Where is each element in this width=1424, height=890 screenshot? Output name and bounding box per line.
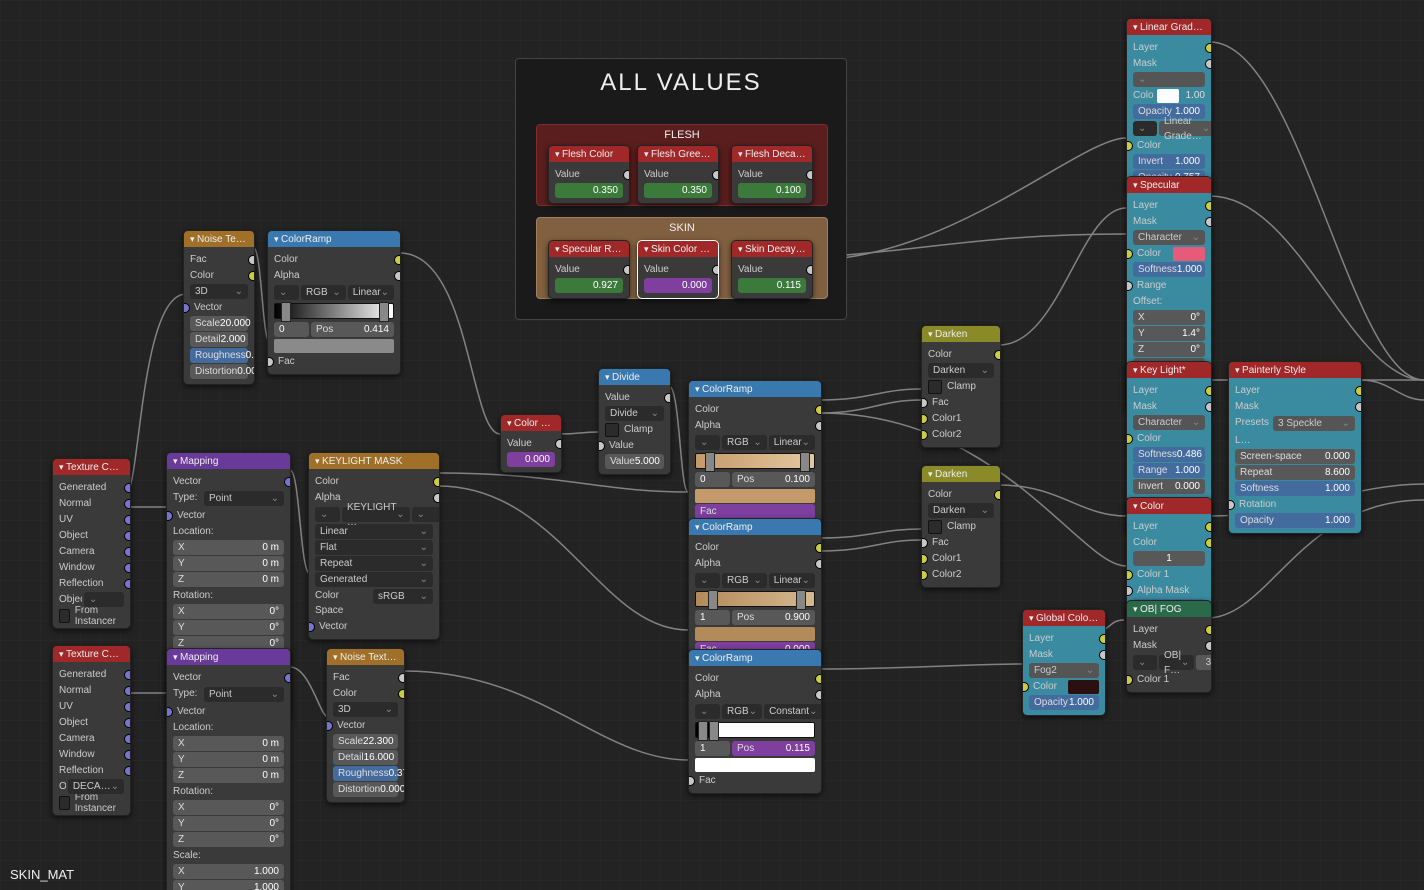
node-colorramp-3[interactable]: ColorRamp Color Alpha RGBLinear 1Pos0.90… [688,518,822,663]
node-painterly-style[interactable]: Painterly Style Layer Mask Presets3 Spec… [1228,361,1362,534]
value-field[interactable]: 0.350 [555,183,623,198]
node-color-change-2[interactable]: Color Change/2 Value 0.000 [500,414,562,473]
material-name: SKIN_MAT [10,867,74,882]
image-icon[interactable] [1133,121,1157,136]
node-ob-fog[interactable]: OB| FOG Layer Mask OB| F…3 Color 1 [1126,600,1212,693]
node-noise-texture-1[interactable]: Noise Texture Fac Color 3D Vector Scale2… [183,230,255,385]
node-divide[interactable]: Divide Value Divide Clamp Value Value5.0… [598,368,671,475]
node-spec-range[interactable]: Specular Range Value 0.927 [548,240,630,299]
frame-skin-title: SKIN [537,218,827,238]
node-flesh-decay[interactable]: Flesh Decay Spread Value 0.100 [731,145,813,204]
node-colorramp-4[interactable]: ColorRamp Color Alpha RGBConstant 1Pos0.… [688,649,822,794]
node-mapping-2[interactable]: Mapping Vector Type:Point Vector Locatio… [166,648,291,890]
node-global-color[interactable]: Global Color* [Fog2] Layer Mask Fog2 Col… [1022,609,1106,716]
frame-flesh-title: FLESH [537,125,827,145]
node-noise-texture-2[interactable]: Noise Texture Fac Color 3D Vector Scale2… [326,648,405,803]
node-texco-2[interactable]: Texture Coordinate Generated Normal UV O… [52,645,131,816]
image-datablock-icon[interactable] [315,507,340,522]
node-header[interactable]: Flesh Color [549,146,629,162]
node-editor-canvas[interactable]: ALL VALUES FLESH SKIN Flesh Color Value … [0,0,1424,890]
dim-dropdown[interactable]: 3D [190,284,248,299]
node-colorramp-2[interactable]: ColorRamp Color Alpha RGBLinear 0Pos0.10… [688,380,822,525]
node-skin-decay[interactable]: Skin Decay Spread Value 0.115 [731,240,813,299]
object-icon[interactable] [1133,655,1157,670]
node-texco-1[interactable]: Texture Coordinate Generated Normal UV O… [52,458,131,629]
socket-out[interactable] [623,170,630,180]
ramp-gradient[interactable] [274,303,394,319]
node-flesh-green[interactable]: Flesh Green Spread Value 0.350 [637,145,719,204]
node-darken-1[interactable]: Darken Color Darken Clamp Fac Color1 Col… [921,325,1001,448]
node-flesh-color[interactable]: Flesh Color Value 0.350 [548,145,630,204]
node-darken-2[interactable]: Darken Color Darken Clamp Fac Color1 Col… [921,465,1001,588]
node-skin-color-change[interactable]: Skin Color Change Value 0.000 [637,240,719,299]
node-keylight-mask[interactable]: KEYLIGHT MASK Color Alpha KEYLIGHT … Lin… [308,452,440,640]
node-linear-gradient[interactable]: Linear Gradient* Layer Mask Color:1.00 O… [1126,18,1212,191]
node-colorramp-1[interactable]: ColorRamp Color Alpha RGBLinear 0Pos0.41… [267,230,401,375]
frame-title: ALL VALUES [516,59,846,107]
